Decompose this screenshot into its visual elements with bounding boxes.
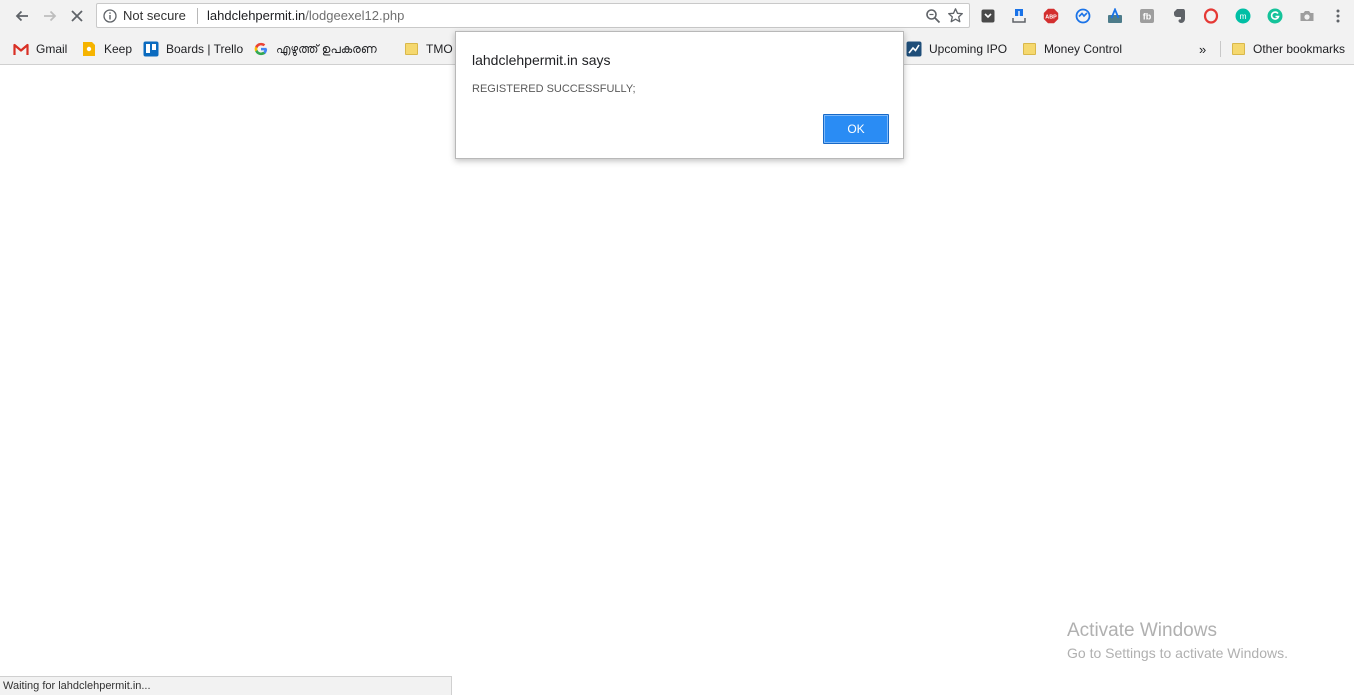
adblock-plus-icon[interactable]: ABP	[1042, 7, 1060, 25]
bookmark-label: Boards | Trello	[166, 42, 244, 56]
pocket-icon[interactable]	[979, 7, 997, 25]
back-arrow-icon	[15, 10, 28, 22]
site-icon	[906, 41, 922, 57]
extension-a-icon[interactable]	[1106, 7, 1124, 25]
folder-icon	[1230, 41, 1246, 57]
info-icon[interactable]	[103, 9, 117, 23]
alert-dialog: lahdclehpermit.in says REGISTERED SUCCES…	[455, 31, 904, 159]
activate-windows-title: Activate Windows	[1067, 620, 1217, 641]
bookmark-trello[interactable]: Boards | Trello	[143, 40, 243, 58]
keep-icon	[81, 41, 97, 57]
extension-b-icon[interactable]: fb	[1138, 7, 1156, 25]
grammarly-icon[interactable]	[1266, 7, 1284, 25]
opera-icon[interactable]	[1202, 7, 1220, 25]
folder-icon	[403, 41, 419, 57]
back-button[interactable]	[11, 5, 33, 27]
folder-icon	[1021, 41, 1037, 57]
ok-button[interactable]: OK	[823, 114, 889, 144]
forward-button[interactable]	[39, 5, 61, 27]
svg-text:m: m	[1239, 11, 1246, 21]
bookmark-gmail[interactable]: Gmail	[13, 40, 67, 58]
dialog-title: lahdclehpermit.in says	[472, 52, 611, 68]
menu-button[interactable]	[1329, 7, 1347, 25]
url-domain: lahdclehpermit.in	[207, 8, 306, 23]
bookmark-upcoming-ipo[interactable]: Upcoming IPO	[906, 40, 1007, 58]
gmail-icon	[13, 41, 29, 57]
url-text[interactable]: lahdclehpermit.in/lodgeexel12.php	[207, 8, 404, 23]
svg-text:ABP: ABP	[1045, 14, 1057, 20]
star-icon[interactable]	[947, 7, 964, 24]
google-icon	[253, 41, 269, 57]
bookmark-label: Other bookmarks	[1253, 42, 1346, 56]
stop-button[interactable]	[66, 5, 88, 27]
address-separator	[197, 8, 198, 24]
security-label[interactable]: Not secure	[123, 8, 186, 23]
camera-icon[interactable]	[1298, 7, 1316, 25]
bookmark-other[interactable]: Other bookmarks	[1230, 40, 1345, 58]
chevron-double-icon: »	[1199, 41, 1207, 57]
bookmark-label: Upcoming IPO	[929, 42, 1008, 56]
mate-icon[interactable]: m	[1234, 7, 1252, 25]
status-bubble: Waiting for lahdclehpermit.in...	[0, 676, 452, 695]
evernote-icon[interactable]	[1170, 7, 1188, 25]
activate-windows-subtitle: Go to Settings to activate Windows.	[1067, 645, 1288, 661]
bookmark-tmo[interactable]: TMO	[403, 40, 453, 58]
bookmark-label: Gmail	[36, 42, 68, 56]
bookmark-label: Keep	[104, 42, 133, 56]
bookmark-malayalam-tool[interactable]: എഴുത്ത് ഉപകരണ	[253, 40, 377, 58]
more-vert-icon	[1336, 9, 1340, 23]
sync-icon[interactable]	[1074, 7, 1092, 25]
download-icon[interactable]	[1010, 7, 1028, 25]
bookmarks-separator	[1220, 41, 1221, 57]
bookmark-label: TMO	[426, 42, 453, 56]
close-icon	[71, 10, 83, 22]
address-bar[interactable]: Not secure lahdclehpermit.in/lodgeexel12…	[96, 3, 970, 28]
bookmark-label: Money Control	[1044, 42, 1123, 56]
svg-text:fb: fb	[1143, 12, 1152, 22]
url-path: /lodgeexel12.php	[305, 8, 405, 23]
bookmark-money-control[interactable]: Money Control	[1021, 40, 1122, 58]
browser-toolbar: Not secure lahdclehpermit.in/lodgeexel12…	[0, 0, 1354, 33]
dialog-message: REGISTERED SUCCESSFULLY;	[472, 83, 636, 95]
trello-icon	[143, 41, 159, 57]
bookmark-label: എഴുത്ത് ഉപകരണ	[276, 41, 377, 56]
forward-arrow-icon	[44, 10, 57, 22]
zoom-icon[interactable]	[925, 8, 941, 24]
bookmark-keep[interactable]: Keep	[81, 40, 132, 58]
bookmarks-overflow-button[interactable]: »	[1199, 40, 1206, 58]
